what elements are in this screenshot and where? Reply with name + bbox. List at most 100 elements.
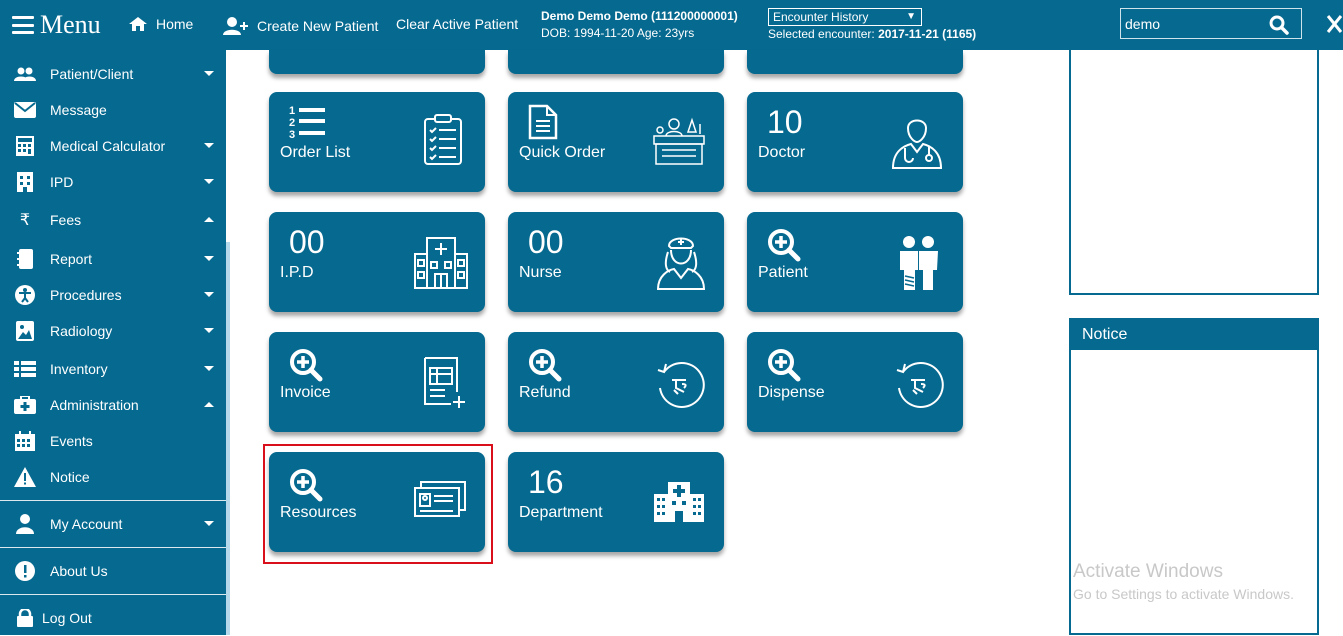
sidebar-item-administration[interactable]: Administration <box>0 387 226 423</box>
clear-active-patient-link[interactable]: Clear Active Patient <box>396 16 518 32</box>
user-icon <box>14 514 36 534</box>
sidebar-item-fees[interactable]: ₹ Fees <box>0 202 226 238</box>
sidebar-item-message[interactable]: Message <box>0 92 226 128</box>
sidebar-item-about-us[interactable]: About Us <box>0 553 226 589</box>
search-box <box>1120 8 1302 39</box>
tile-title: I.P.D <box>280 264 314 281</box>
sidebar-item-events[interactable]: Events <box>0 423 226 459</box>
tile-quick-order[interactable]: Quick Order <box>508 92 724 192</box>
tile-count: 00 <box>289 224 325 260</box>
sidebar-item-inventory[interactable]: Inventory <box>0 351 226 387</box>
lab-technician-icon <box>653 117 705 165</box>
caret-up-icon <box>204 217 214 222</box>
sidebar: Patient/Client Message Medical Calculato… <box>0 50 226 635</box>
selected-encounter-prefix: Selected encounter: <box>768 27 875 41</box>
caret-down-icon <box>204 328 214 333</box>
sidebar-divider <box>0 547 226 548</box>
sidebar-divider <box>0 500 226 501</box>
sidebar-item-label: Administration <box>50 397 139 413</box>
tile-dispense[interactable]: Dispense <box>747 332 963 432</box>
document-icon <box>528 104 558 140</box>
caret-down-icon <box>204 521 214 526</box>
doctor-icon <box>891 119 943 169</box>
top-navbar: Menu Home Create New Patient Clear Activ… <box>0 0 1343 50</box>
hamburger-icon <box>12 16 34 34</box>
sidebar-item-my-account[interactable]: My Account <box>0 506 226 542</box>
tile-title: Department <box>519 504 603 521</box>
sidebar-item-label: Fees <box>50 212 82 228</box>
tile-department[interactable]: 16 Department <box>508 452 724 552</box>
search-input[interactable] <box>1125 14 1265 34</box>
tile-invoice[interactable]: Invoice <box>269 332 485 432</box>
menu-toggle-button[interactable]: Menu <box>12 10 101 40</box>
sidebar-item-label: Patient/Client <box>50 66 134 82</box>
active-patient-dob: DOB: 1994-11-20 Age: 23yrs <box>541 26 695 40</box>
sidebar-item-radiology[interactable]: Radiology <box>0 313 226 349</box>
sidebar-item-label: Notice <box>50 469 90 485</box>
caret-down-icon <box>204 256 214 261</box>
calendar-icon <box>14 431 36 451</box>
selected-encounter-value: 2017-11-21 (1165) <box>878 27 977 41</box>
search-icon[interactable] <box>1269 15 1289 35</box>
hospital-building-icon <box>14 172 36 192</box>
tile-partial[interactable] <box>269 50 485 74</box>
tile-order-list[interactable]: 123 Order List <box>269 92 485 192</box>
tile-nurse[interactable]: 00 Nurse <box>508 212 724 312</box>
hospital-department-icon <box>654 482 704 522</box>
rupee-icon: ₹ <box>19 212 31 229</box>
windows-activation-watermark-title: Activate Windows <box>1073 561 1223 582</box>
create-new-patient-label: Create New Patient <box>257 18 379 34</box>
sidebar-item-ipd[interactable]: IPD <box>0 164 226 200</box>
sidebar-item-notice[interactable]: Notice <box>0 459 226 495</box>
sidebar-item-log-out[interactable]: Log Out <box>0 600 226 636</box>
zoom-in-icon <box>768 349 801 382</box>
windows-activation-watermark-subtitle: Go to Settings to activate Windows. <box>1073 586 1294 602</box>
tile-title: Order List <box>280 144 351 161</box>
sidebar-item-medical-calculator[interactable]: Medical Calculator <box>0 128 226 164</box>
svg-text:2: 2 <box>289 117 295 129</box>
caret-down-icon <box>204 143 214 148</box>
create-new-patient-link[interactable]: Create New Patient <box>223 16 378 36</box>
refund-icon <box>657 362 705 408</box>
tile-patient[interactable]: Patient <box>747 212 963 312</box>
sidebar-item-label: Inventory <box>50 361 108 377</box>
dropdown-arrow-icon: ▼ <box>906 11 916 22</box>
active-patient-name: Demo Demo Demo (111200000001) <box>541 9 738 23</box>
sidebar-scrollbar[interactable] <box>226 242 230 635</box>
sidebar-item-label: Radiology <box>50 323 113 339</box>
nurse-icon <box>656 237 706 290</box>
zoom-in-icon <box>290 349 323 382</box>
tile-doctor[interactable]: 10 Doctor <box>747 92 963 192</box>
tile-partial[interactable] <box>508 50 724 74</box>
sidebar-item-report[interactable]: Report <box>0 241 226 277</box>
tile-title: Quick Order <box>519 144 606 161</box>
home-icon <box>129 17 147 31</box>
hospital-icon <box>414 237 468 289</box>
clear-active-patient-label: Clear Active Patient <box>396 16 519 32</box>
list-icon <box>14 359 36 379</box>
sidebar-item-procedures[interactable]: Procedures <box>0 277 226 313</box>
expand-icon[interactable] <box>1326 14 1343 34</box>
sidebar-item-label: Log Out <box>42 610 92 626</box>
sidebar-item-patient-client[interactable]: Patient/Client <box>0 56 226 92</box>
caret-down-icon <box>204 71 214 76</box>
encounter-history-select[interactable]: Encounter History ▼ <box>768 8 922 26</box>
sidebar-item-label: Procedures <box>50 287 122 303</box>
tile-ipd[interactable]: 00 I.P.D <box>269 212 485 312</box>
caret-down-icon <box>204 366 214 371</box>
tile-refund[interactable]: Refund <box>508 332 724 432</box>
tile-title: Invoice <box>280 384 331 401</box>
tile-count: 16 <box>528 464 564 500</box>
sidebar-item-label: My Account <box>50 516 123 532</box>
caret-down-icon <box>204 179 214 184</box>
selection-highlight-box <box>263 444 493 564</box>
selected-encounter: Selected encounter: 2017-11-21 (1165) <box>768 27 976 41</box>
tile-count: 00 <box>528 224 564 260</box>
home-link[interactable]: Home <box>128 16 193 32</box>
tile-partial[interactable] <box>747 50 963 74</box>
zoom-in-icon <box>768 229 801 262</box>
tile-title: Doctor <box>758 144 806 161</box>
tile-title: Nurse <box>519 264 562 281</box>
info-icon <box>14 561 36 581</box>
patients-icon <box>900 236 938 290</box>
